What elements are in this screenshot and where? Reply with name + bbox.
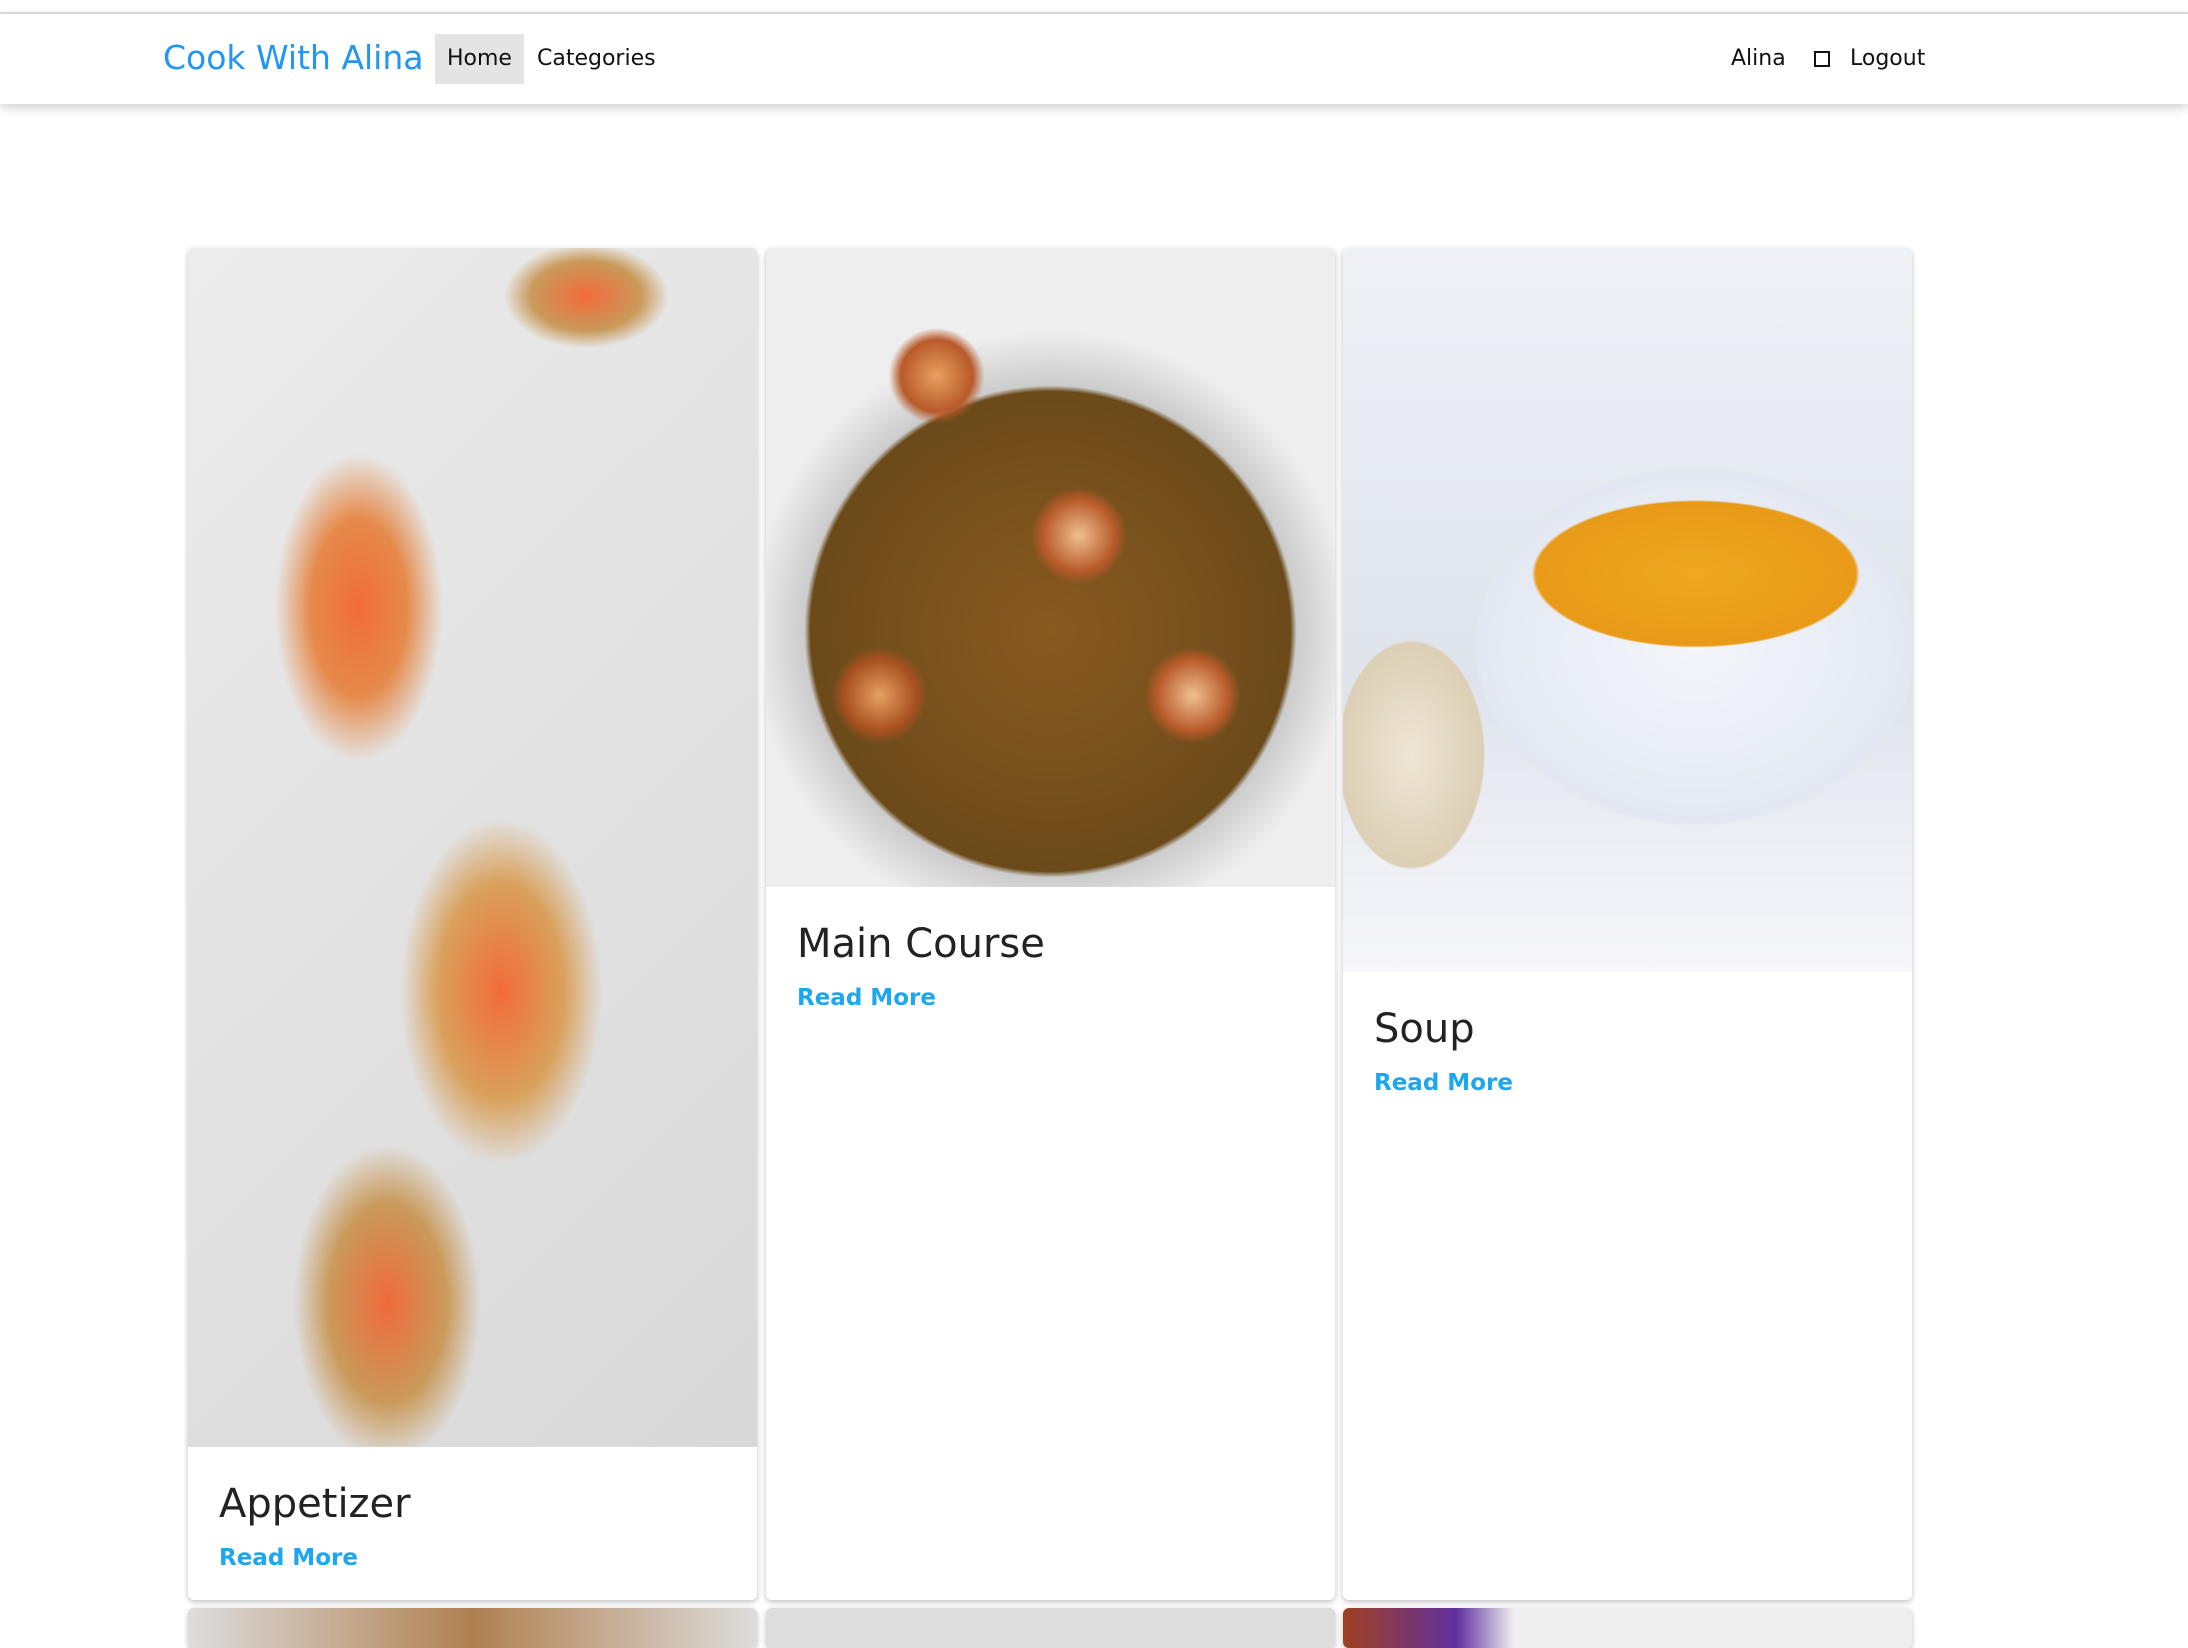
card-title: Main Course [797,921,1045,967]
user-name[interactable]: Alina [1731,34,1786,84]
read-more-link[interactable]: Read More [219,1545,358,1571]
browser-top-border [0,0,2188,14]
category-card-main-course: Main Course Read More [766,248,1335,1600]
next-row-card [188,1608,757,1648]
brand-logo-link[interactable]: Cook With Alina [163,38,424,77]
card-title: Soup [1374,1006,1475,1052]
navbar: Cook With Alina Home Categories Alina Lo… [0,14,2188,104]
logout-button[interactable]: Logout [1814,34,1925,84]
nav-home[interactable]: Home [435,34,524,84]
card-image[interactable] [1343,248,1912,972]
logout-label: Logout [1850,46,1926,71]
next-row-card [766,1608,1335,1648]
card-image[interactable] [766,248,1335,887]
category-card-soup: Soup Read More [1343,248,1912,1600]
read-more-link[interactable]: Read More [1374,1070,1513,1096]
next-row-card [1343,1608,1912,1648]
card-image[interactable] [188,248,757,1447]
card-title: Appetizer [219,1481,411,1527]
category-card-appetizer: Appetizer Read More [188,248,757,1600]
nav-categories[interactable]: Categories [525,34,668,84]
square-icon [1814,51,1830,67]
read-more-link[interactable]: Read More [797,985,936,1011]
